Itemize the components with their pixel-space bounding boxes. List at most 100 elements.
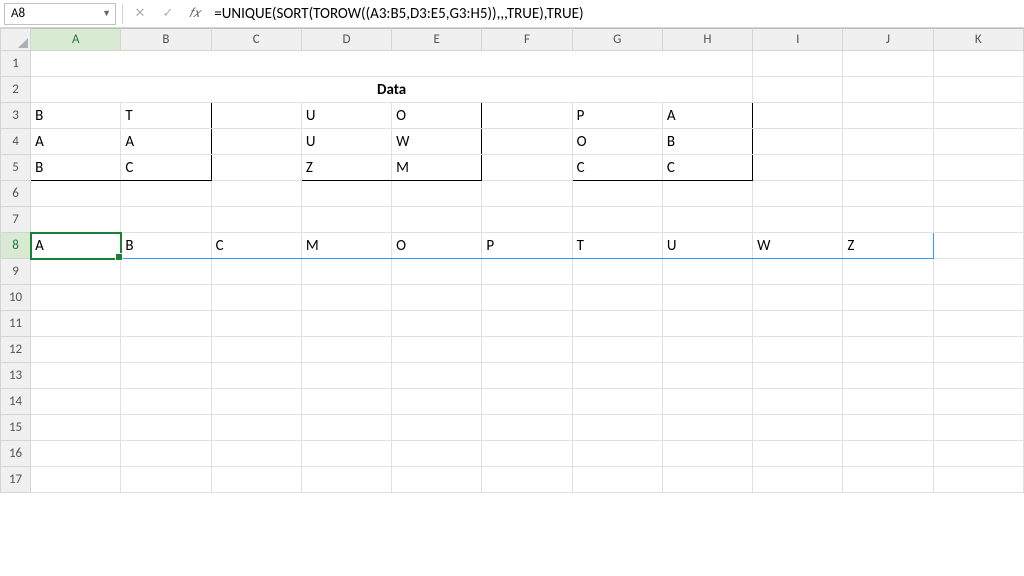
- cell[interactable]: [482, 415, 572, 441]
- cell[interactable]: [31, 337, 121, 363]
- cell[interactable]: [933, 389, 1023, 415]
- cell[interactable]: [843, 103, 933, 129]
- cell-E5[interactable]: M: [392, 155, 482, 181]
- cell[interactable]: [392, 207, 482, 233]
- cell-G5[interactable]: C: [572, 155, 662, 181]
- row-header-1[interactable]: 1: [1, 51, 31, 77]
- row-header-17[interactable]: 17: [1, 467, 31, 493]
- cell-B5[interactable]: C: [121, 155, 211, 181]
- cell[interactable]: [843, 311, 933, 337]
- cell[interactable]: [31, 259, 121, 285]
- row-header-5[interactable]: 5: [1, 155, 31, 181]
- cell[interactable]: [753, 389, 843, 415]
- col-header-C[interactable]: C: [211, 29, 301, 51]
- cell[interactable]: [572, 285, 662, 311]
- cell[interactable]: [301, 363, 391, 389]
- cell[interactable]: [392, 441, 482, 467]
- cell[interactable]: [121, 285, 211, 311]
- data-header-cell[interactable]: Data: [31, 77, 753, 103]
- cell[interactable]: [933, 441, 1023, 467]
- cell[interactable]: [572, 467, 662, 493]
- cell[interactable]: [662, 259, 752, 285]
- cell[interactable]: [843, 285, 933, 311]
- cell[interactable]: [933, 129, 1023, 155]
- col-header-B[interactable]: B: [121, 29, 211, 51]
- cell[interactable]: [31, 389, 121, 415]
- cell[interactable]: [301, 181, 391, 207]
- cell-D5[interactable]: Z: [301, 155, 391, 181]
- col-header-H[interactable]: H: [662, 29, 752, 51]
- cell[interactable]: [211, 415, 301, 441]
- cell-B8[interactable]: B: [121, 233, 211, 259]
- cell[interactable]: [933, 51, 1023, 77]
- cell[interactable]: [482, 207, 572, 233]
- col-header-J[interactable]: J: [843, 29, 933, 51]
- cancel-formula-icon[interactable]: ✕: [129, 3, 151, 25]
- col-header-D[interactable]: D: [301, 29, 391, 51]
- cell[interactable]: [121, 259, 211, 285]
- cell[interactable]: [301, 207, 391, 233]
- cell[interactable]: [211, 311, 301, 337]
- cell[interactable]: [211, 259, 301, 285]
- cell[interactable]: [662, 207, 752, 233]
- cell[interactable]: [482, 467, 572, 493]
- cell[interactable]: [121, 311, 211, 337]
- cell[interactable]: [753, 363, 843, 389]
- cell[interactable]: [933, 155, 1023, 181]
- cell-I8[interactable]: W: [753, 233, 843, 259]
- cell[interactable]: [753, 415, 843, 441]
- cell-A4[interactable]: A: [31, 129, 121, 155]
- cell[interactable]: [392, 311, 482, 337]
- cell[interactable]: [572, 181, 662, 207]
- cell[interactable]: [662, 311, 752, 337]
- cell[interactable]: [753, 311, 843, 337]
- cell[interactable]: [753, 285, 843, 311]
- row-header-13[interactable]: 13: [1, 363, 31, 389]
- cell[interactable]: [31, 363, 121, 389]
- cell[interactable]: [482, 155, 572, 181]
- cell[interactable]: [121, 467, 211, 493]
- cell[interactable]: [753, 129, 843, 155]
- cell-E8[interactable]: O: [392, 233, 482, 259]
- row-header-8[interactable]: 8: [1, 233, 31, 259]
- cell[interactable]: [662, 415, 752, 441]
- cell[interactable]: [662, 285, 752, 311]
- row-header-14[interactable]: 14: [1, 389, 31, 415]
- cell[interactable]: [301, 285, 391, 311]
- cell[interactable]: [572, 337, 662, 363]
- cell[interactable]: [392, 181, 482, 207]
- cell[interactable]: [392, 259, 482, 285]
- cell[interactable]: [753, 51, 843, 77]
- cell[interactable]: [572, 259, 662, 285]
- cell[interactable]: [753, 259, 843, 285]
- cell[interactable]: [301, 337, 391, 363]
- cell[interactable]: [933, 181, 1023, 207]
- cell[interactable]: [843, 467, 933, 493]
- cell[interactable]: [572, 363, 662, 389]
- cell[interactable]: [211, 155, 301, 181]
- cell[interactable]: [301, 467, 391, 493]
- row-header-3[interactable]: 3: [1, 103, 31, 129]
- cell[interactable]: [933, 103, 1023, 129]
- cell[interactable]: [933, 77, 1023, 103]
- cell[interactable]: [392, 415, 482, 441]
- result-label[interactable]: Result: [31, 207, 121, 233]
- cell[interactable]: [843, 155, 933, 181]
- cell[interactable]: [301, 441, 391, 467]
- cell-D3[interactable]: U: [301, 103, 391, 129]
- cell[interactable]: [31, 467, 121, 493]
- cell[interactable]: [121, 441, 211, 467]
- cell-A5[interactable]: B: [31, 155, 121, 181]
- cell[interactable]: [482, 389, 572, 415]
- cell[interactable]: [753, 155, 843, 181]
- cell[interactable]: [662, 363, 752, 389]
- cell[interactable]: [482, 103, 572, 129]
- row-header-10[interactable]: 10: [1, 285, 31, 311]
- cell-G4[interactable]: O: [572, 129, 662, 155]
- cell[interactable]: [753, 103, 843, 129]
- cell[interactable]: [482, 311, 572, 337]
- cell-G3[interactable]: P: [572, 103, 662, 129]
- cell[interactable]: [933, 467, 1023, 493]
- cell[interactable]: [933, 259, 1023, 285]
- cell[interactable]: [482, 285, 572, 311]
